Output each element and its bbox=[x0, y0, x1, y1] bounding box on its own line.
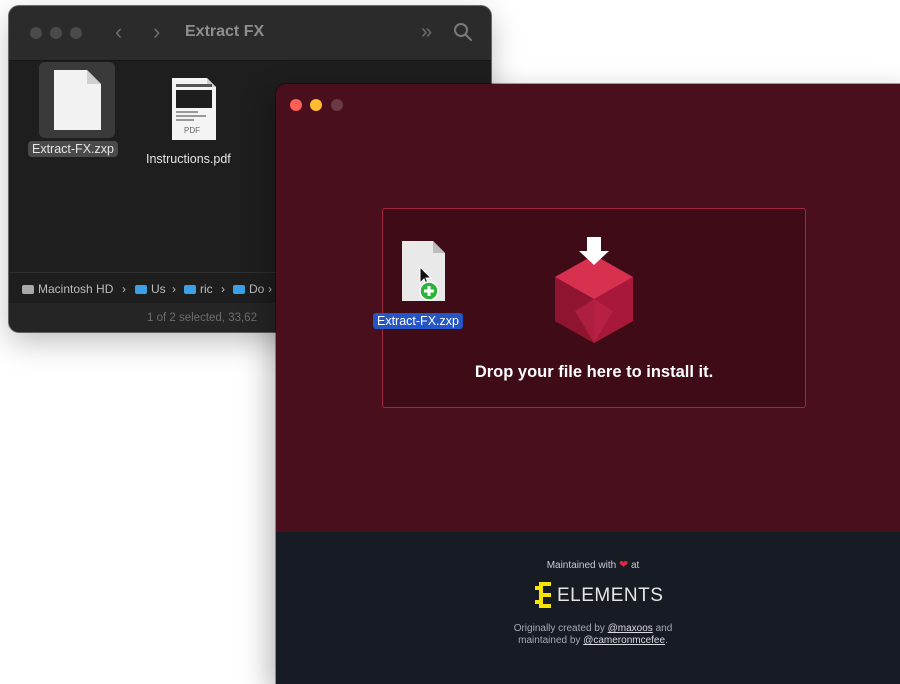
window-title: Extract FX bbox=[185, 23, 265, 40]
installer-window: Extract-FX.zxp Drop your file here to in… bbox=[276, 84, 900, 684]
path-item-macintosh-hd[interactable]: Macintosh HD bbox=[22, 282, 113, 296]
drop-instruction: Drop your file here to install it. bbox=[474, 363, 714, 381]
file-label-instructions[interactable]: Instructions.pdf bbox=[146, 152, 231, 166]
search-icon[interactable] bbox=[453, 22, 473, 42]
install-gem-icon bbox=[555, 237, 633, 343]
elements-logo-icon bbox=[535, 582, 551, 608]
footer: Maintained with ❤ at ELEMENTS Originally… bbox=[276, 532, 900, 684]
chevron-right-icon: › bbox=[122, 282, 126, 296]
chevron-right-icon: › bbox=[268, 282, 272, 296]
folder-icon bbox=[233, 285, 245, 294]
author-link-cameronmcefee[interactable]: @cameronmcefee bbox=[583, 635, 665, 646]
path-item-users[interactable]: Us bbox=[135, 282, 166, 296]
heart-icon: ❤ bbox=[618, 559, 629, 571]
dragged-file-icon bbox=[402, 241, 445, 301]
author-link-maxoos[interactable]: @maxoos bbox=[608, 623, 653, 634]
elements-logo[interactable]: ELEMENTS bbox=[535, 582, 665, 612]
close-button[interactable] bbox=[290, 99, 302, 111]
finder-toolbar: ‹ › Extract FX » bbox=[9, 6, 491, 61]
forward-icon[interactable]: › bbox=[153, 20, 160, 44]
pdf-badge: PDF bbox=[184, 126, 200, 135]
file-item-extract-fx[interactable] bbox=[39, 62, 115, 138]
zoom-button[interactable] bbox=[331, 99, 343, 111]
brand-name: ELEMENTS bbox=[557, 585, 664, 606]
zoom-button[interactable] bbox=[70, 27, 82, 39]
chevron-right-icon: › bbox=[221, 282, 225, 296]
path-item-ric[interactable]: ric bbox=[184, 282, 213, 296]
document-icon bbox=[54, 70, 101, 130]
credits: Originally created by @maxoos and mainta… bbox=[513, 623, 673, 646]
hard-drive-icon bbox=[22, 285, 34, 294]
dragged-file-label: Extract-FX.zxp bbox=[373, 313, 463, 329]
close-button[interactable] bbox=[30, 27, 42, 39]
minimize-button[interactable] bbox=[50, 27, 62, 39]
minimize-button[interactable] bbox=[310, 99, 322, 111]
file-label-extract-fx[interactable]: Extract-FX.zxp bbox=[28, 141, 118, 157]
folder-icon bbox=[135, 285, 147, 294]
back-icon[interactable]: ‹ bbox=[115, 20, 122, 44]
folder-icon bbox=[184, 285, 196, 294]
chevron-right-icon: › bbox=[172, 282, 176, 296]
drop-zone[interactable]: Extract-FX.zxp Drop your file here to in… bbox=[373, 208, 806, 408]
status-text: 1 of 2 selected, 33,62 bbox=[147, 312, 257, 324]
maintained-line: Maintained with ❤ at bbox=[546, 559, 640, 571]
toolbar-overflow-icon[interactable]: » bbox=[421, 21, 432, 43]
path-item-documents[interactable]: Do bbox=[233, 282, 264, 296]
